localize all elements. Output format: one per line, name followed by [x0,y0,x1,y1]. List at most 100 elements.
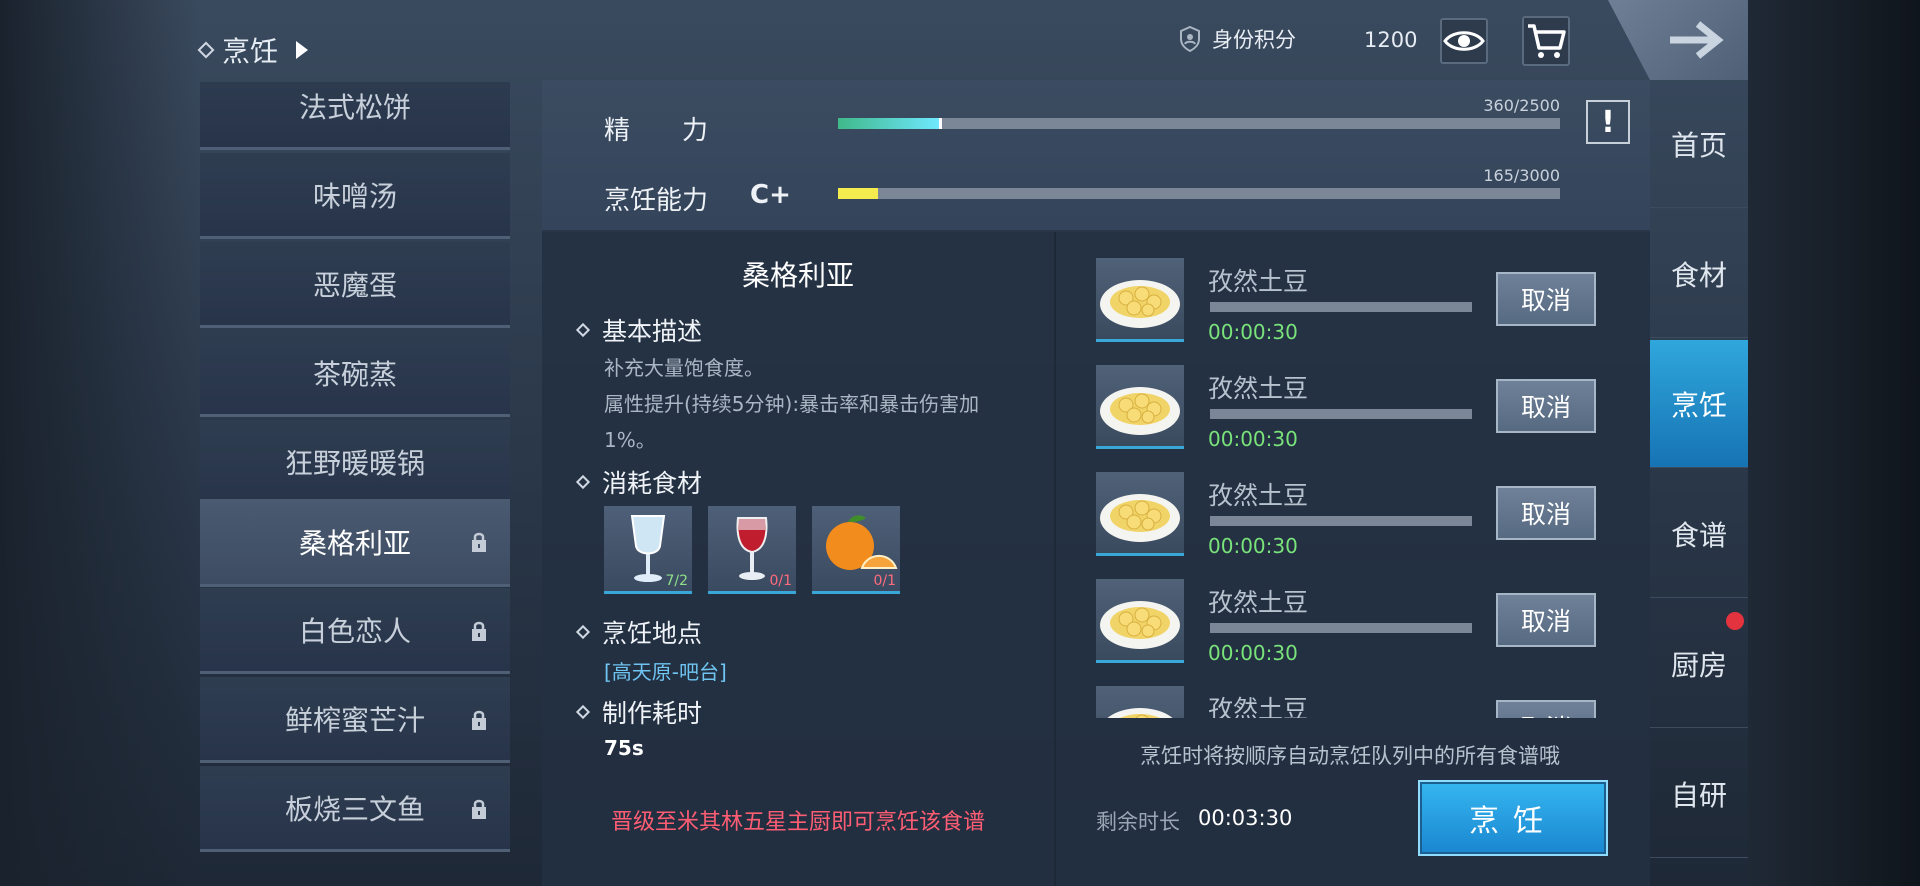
dish-thumbnail [1096,579,1184,663]
cancel-button[interactable]: 取消 [1496,486,1596,540]
breadcrumb-label: 烹饪 [222,35,279,68]
arrow-right-icon [1670,21,1724,59]
queue-item: 孜然土豆 00:00:30 取消 [1090,359,1610,459]
ingredient-count: 0/1 [769,573,792,589]
cooking-bar-fill [838,188,878,199]
ingredient-slot[interactable]: 7/2 [604,506,692,594]
description-line: 1%。 [604,428,656,452]
points-label: 身份积分 [1212,28,1296,52]
diamond-icon [197,41,215,59]
remaining-label: 剩余时长 [1096,810,1180,834]
nav-ingredients[interactable]: 食材 [1650,210,1748,338]
recipe-item[interactable]: 板烧三文鱼 [200,766,510,852]
cancel-button[interactable]: 取消 [1496,379,1596,433]
remaining-time: 剩余时长 00:03:30 [1096,806,1292,836]
queue-item: 孜然土豆 00:00:30 取消 [1090,252,1610,352]
section-title: 烹饪地点 [602,619,703,648]
section-title: 消耗食材 [602,469,703,498]
potato-dish-icon [1100,494,1180,542]
queue-item-name: 孜然土豆 [1208,267,1309,296]
dish-thumbnail [1096,258,1184,342]
dish-title: 桑格利亚 [741,259,854,292]
recipe-item[interactable]: 狂野暖暖锅 [200,420,510,506]
diamond-icon [575,624,591,640]
lock-icon [472,710,486,730]
remaining-value: 00:03:30 [1198,806,1293,830]
info-button[interactable]: ! [1586,100,1630,144]
column-divider [1054,232,1056,886]
recipe-item[interactable]: 恶魔蛋 [200,242,510,328]
lock-icon [472,621,486,641]
recipe-item[interactable]: 鲜榨蜜芒汁 [200,677,510,763]
cooking-bar [838,188,1560,199]
nav-recipes[interactable]: 食谱 [1650,470,1748,598]
queue-item: 孜然土豆 00:00:30 取消 [1090,573,1610,673]
left-backdrop [0,0,200,886]
diamond-icon [575,474,591,490]
potato-dish-icon [1100,601,1180,649]
notification-dot [1726,612,1744,630]
recipe-item[interactable]: 茶碗蒸 [200,331,510,417]
queue-item-progress [1210,516,1472,526]
shop-button[interactable] [1522,16,1570,66]
recipe-item-selected[interactable]: 桑格利亚 [200,499,510,587]
queue-item-time: 00:00:30 [1208,427,1298,451]
cart-icon [1528,24,1566,58]
dish-thumbnail [1096,472,1184,556]
diamond-icon [575,322,591,338]
recipe-item[interactable]: 白色恋人 [200,588,510,674]
queue-item-name: 孜然土豆 [1208,481,1309,510]
recipe-name: 狂野暖暖锅 [284,446,425,480]
cooking-queue[interactable]: 孜然土豆 00:00:30 取消 孜然土豆 00:00:30 取消 孜然土豆 0… [1090,252,1610,718]
queue-hint: 烹饪时将按顺序自动烹饪队列中的所有食谱哦 [1140,744,1560,768]
identity-points: 身份积分 [1178,24,1296,54]
recipe-name: 桑格利亚 [298,526,411,560]
cancel-button[interactable]: 取消 [1496,593,1596,647]
potato-dish-icon [1100,280,1180,328]
cook-button[interactable]: 烹饪 [1418,780,1608,856]
cooking-value: 165/3000 [1483,166,1560,185]
ingredient-slot[interactable]: 0/1 [812,506,900,594]
description-line: 补充大量饱食度。 [604,356,764,380]
right-backdrop [1748,0,1920,886]
energy-bar-fill [838,118,942,129]
section-time: 制作耗时 [575,694,703,730]
recipe-list[interactable]: 法式松饼 味噌汤 恶魔蛋 茶碗蒸 狂野暖暖锅 桑格利亚 白色恋人 鲜榨蜜芒汁 板… [200,82,510,872]
recipe-name: 茶碗蒸 [312,357,397,391]
play-arrow-icon [296,41,309,59]
cooking-duration: 75s [604,736,644,760]
section-basic-desc: 基本描述 [575,312,702,348]
nav-research[interactable]: 自研 [1650,730,1748,858]
breadcrumb[interactable]: 烹饪 [197,30,309,70]
nav-label: 厨房 [1670,648,1727,682]
recipe-item[interactable]: 法式松饼 [200,82,510,150]
queue-item-progress [1210,623,1472,633]
recipe-name: 法式松饼 [298,90,411,124]
points-value: 1200 [1364,28,1418,52]
ingredient-slot[interactable]: 0/1 [708,506,796,594]
recipe-name: 白色恋人 [298,614,411,648]
recipe-name: 鲜榨蜜芒汁 [284,703,425,737]
queue-item: 孜然土豆 取消 [1090,680,1610,718]
recipe-item[interactable]: 味噌汤 [200,153,510,239]
queue-item-progress [1210,302,1472,312]
nav-kitchen[interactable]: 厨房 [1650,600,1748,728]
cancel-button[interactable]: 取消 [1496,272,1596,326]
potato-dish-icon [1100,387,1180,435]
nav-label: 首页 [1670,128,1727,162]
ingredient-count: 7/2 [665,573,688,589]
queue-item-time: 00:00:30 [1208,320,1298,344]
nav-home[interactable]: 首页 [1650,80,1748,208]
queue-item-progress [1210,409,1472,419]
nav-label: 食材 [1670,258,1727,292]
section-ingredients: 消耗食材 [575,464,703,500]
cooking-grade: C+ [750,180,791,210]
nav-cooking[interactable]: 烹饪 [1650,340,1748,468]
view-button[interactable] [1440,18,1488,64]
back-button[interactable] [1608,0,1748,80]
section-title: 制作耗时 [602,699,703,728]
cancel-button[interactable]: 取消 [1496,700,1596,718]
section-location: 烹饪地点 [575,614,703,650]
diamond-icon [575,704,591,720]
side-nav: 首页 食材 烹饪 食谱 厨房 自研 [1650,80,1748,886]
